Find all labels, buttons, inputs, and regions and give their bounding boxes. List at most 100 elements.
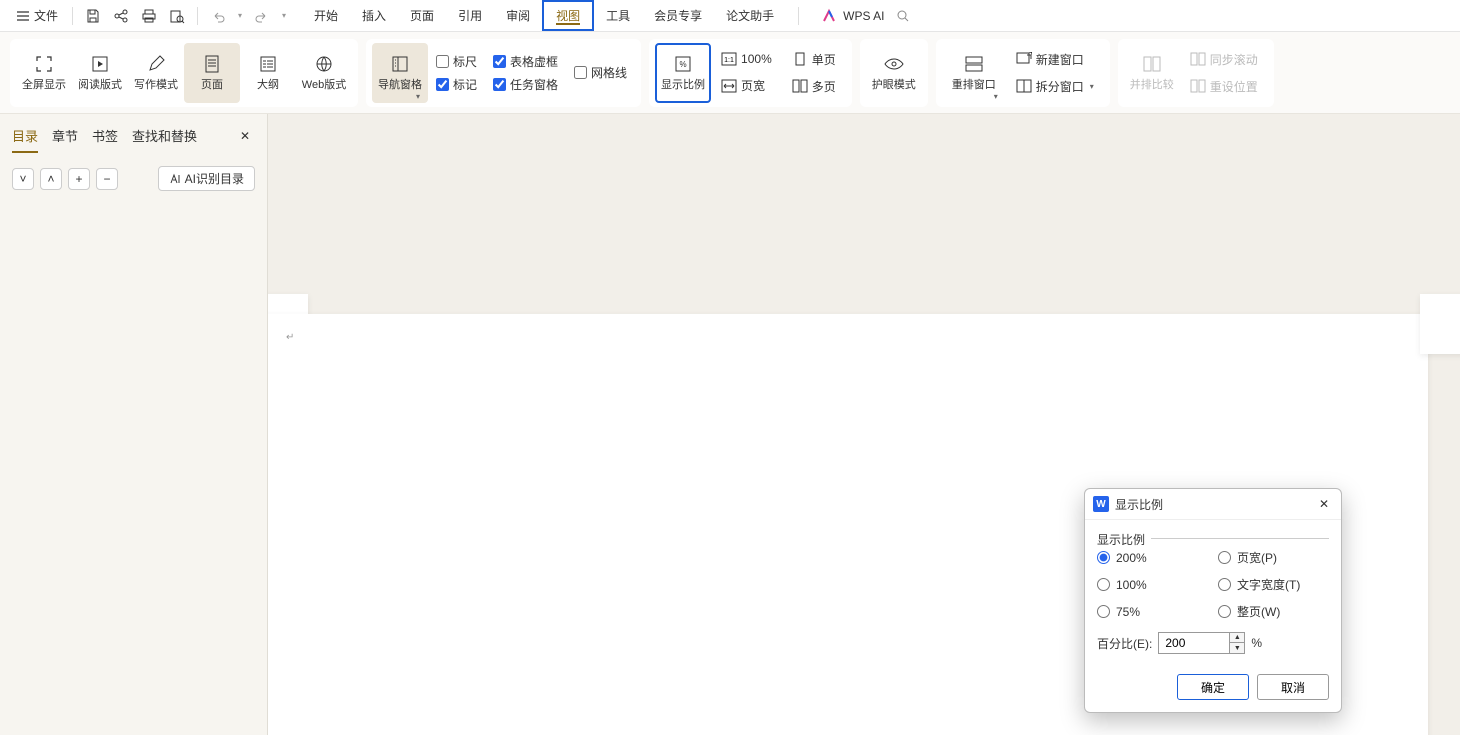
zoom-dialog: W 显示比例 ✕ 显示比例 200% 页宽(P) 100% 文字宽度(T) 75…: [1084, 488, 1342, 713]
reading-layout-button[interactable]: 阅读版式: [72, 43, 128, 103]
fullscreen-button[interactable]: 全屏显示: [16, 43, 72, 103]
radio-75[interactable]: 75%: [1097, 603, 1208, 620]
sidebar-tab-find[interactable]: 查找和替换: [132, 122, 197, 149]
share-icon[interactable]: [109, 4, 133, 28]
tab-reference[interactable]: 引用: [446, 0, 494, 31]
wps-ai-label: WPS AI: [843, 9, 884, 23]
arrange-windows-button[interactable]: 重排窗口: [942, 43, 1006, 103]
sidebar-tab-bookmark[interactable]: 书签: [92, 122, 118, 149]
writing-mode-button[interactable]: 写作模式: [128, 43, 184, 103]
dialog-close-icon[interactable]: ✕: [1315, 495, 1333, 513]
task-pane-checkbox[interactable]: 任务窗格: [493, 76, 558, 93]
tab-review[interactable]: 审阅: [494, 0, 542, 31]
percent-spinbox[interactable]: ▲ ▼: [1158, 632, 1245, 654]
wps-ai-icon: [821, 8, 837, 24]
hamburger-icon: [16, 9, 30, 23]
single-page-button[interactable]: 单页: [788, 49, 840, 70]
sidebar-tab-chapter[interactable]: 章节: [52, 122, 78, 149]
web-layout-button[interactable]: Web版式: [296, 43, 352, 103]
zoom-100-button[interactable]: 1:1100%: [717, 49, 776, 69]
percent-input[interactable]: [1159, 633, 1229, 653]
save-icon[interactable]: [81, 4, 105, 28]
sidebar-close-icon[interactable]: ✕: [235, 126, 255, 146]
eyecare-label: 护眼模式: [872, 79, 916, 92]
radio-wholepage[interactable]: 整页(W): [1218, 603, 1329, 620]
sync-scroll-label: 同步滚动: [1210, 51, 1258, 68]
page-width-button[interactable]: 页宽: [717, 75, 776, 96]
zoom-presets: 1:1100% 页宽: [711, 49, 782, 96]
checkbox-column-3: 网格线: [566, 64, 635, 81]
expand-down-icon[interactable]: ˅: [12, 168, 34, 190]
sync-scroll-button: 同步滚动: [1186, 49, 1262, 70]
file-menu-button[interactable]: 文件: [8, 3, 66, 28]
table-border-label: 表格虚框: [510, 53, 558, 70]
svg-text:1:1: 1:1: [724, 57, 734, 64]
tab-page[interactable]: 页面: [398, 0, 446, 31]
menubar: 文件 ▾ ▾ 开始 插入 页面 引用 审阅 视图 工具 会员专享 论文助手 WP…: [0, 0, 1460, 32]
tab-tools[interactable]: 工具: [594, 0, 642, 31]
undo-dropdown-icon[interactable]: ▾: [234, 4, 246, 28]
percent-row: 百分比(E): ▲ ▼ %: [1097, 632, 1329, 654]
ruler-checkbox[interactable]: 标尺: [436, 53, 477, 70]
markup-label: 标记: [453, 76, 477, 93]
eyecare-button[interactable]: 护眼模式: [866, 43, 922, 103]
ribbon: 全屏显示 阅读版式 写作模式 页面 大纲 Web版式 导航窗格 标尺: [0, 32, 1460, 114]
print-icon[interactable]: [137, 4, 161, 28]
tab-insert[interactable]: 插入: [350, 0, 398, 31]
side-by-side-button[interactable]: 并排比较: [1124, 43, 1180, 103]
outline-icon: [257, 53, 279, 75]
zoom-ratio-button[interactable]: % 显示比例: [655, 43, 711, 103]
search-icon[interactable]: [891, 4, 915, 28]
wps-ai-button[interactable]: WPS AI: [821, 8, 884, 24]
ribbon-window-group: 重排窗口 +新建窗口 拆分窗口: [936, 39, 1110, 107]
preview-icon[interactable]: [165, 4, 189, 28]
multi-page-icon: [792, 78, 808, 94]
document-area[interactable]: ↵ W 显示比例 ✕ 显示比例 200% 页宽(P) 100% 文字宽度(T) …: [268, 114, 1460, 735]
ribbon-zoom-group: % 显示比例 1:1100% 页宽 单页 多页: [649, 39, 852, 107]
tab-member[interactable]: 会员专享: [642, 0, 714, 31]
redo-dropdown-icon[interactable]: ▾: [278, 4, 290, 28]
undo-icon[interactable]: [206, 4, 230, 28]
radio-textwidth-label: 文字宽度(T): [1237, 576, 1300, 593]
ribbon-nav-group: 导航窗格 标尺 标记 表格虚框 任务窗格 网格线: [366, 39, 641, 107]
multi-page-button[interactable]: 多页: [788, 76, 840, 97]
radio-200[interactable]: 200%: [1097, 549, 1208, 566]
separator: [197, 7, 198, 25]
page-layout-button[interactable]: 页面: [184, 43, 240, 103]
ai-toc-button[interactable]: AI识别目录: [158, 166, 255, 191]
radio-pagewidth[interactable]: 页宽(P): [1218, 549, 1329, 566]
add-icon[interactable]: +: [68, 168, 90, 190]
tab-start[interactable]: 开始: [302, 0, 350, 31]
collapse-up-icon[interactable]: ˄: [40, 168, 62, 190]
dialog-group: 显示比例 200% 页宽(P) 100% 文字宽度(T) 75% 整页(W): [1097, 538, 1329, 620]
dialog-title-text: 显示比例: [1115, 496, 1163, 513]
radio-textwidth[interactable]: 文字宽度(T): [1218, 576, 1329, 593]
spin-up-icon[interactable]: ▲: [1230, 633, 1244, 643]
tab-thesis[interactable]: 论文助手: [714, 0, 786, 31]
split-window-button[interactable]: 拆分窗口: [1012, 76, 1098, 97]
cancel-button[interactable]: 取消: [1257, 674, 1329, 700]
gridlines-checkbox[interactable]: 网格线: [574, 64, 627, 81]
arrange-label: 重排窗口: [952, 79, 996, 92]
table-border-checkbox[interactable]: 表格虚框: [493, 53, 558, 70]
spin-down-icon[interactable]: ▼: [1230, 643, 1244, 653]
dialog-titlebar[interactable]: W 显示比例 ✕: [1085, 489, 1341, 520]
single-page-icon: [792, 51, 808, 67]
new-window-button[interactable]: +新建窗口: [1012, 49, 1098, 70]
sidebar-tools: ˅ ˄ + − AI识别目录: [0, 158, 267, 199]
reading-icon: [89, 53, 111, 75]
markup-checkbox[interactable]: 标记: [436, 76, 477, 93]
file-label: 文件: [34, 7, 58, 24]
dialog-buttons: 确定 取消: [1085, 664, 1341, 712]
nav-panel-button[interactable]: 导航窗格: [372, 43, 428, 103]
arrange-icon: [963, 53, 985, 75]
tab-view[interactable]: 视图: [542, 0, 594, 31]
sidebar-tab-toc[interactable]: 目录: [12, 122, 38, 149]
redo-icon[interactable]: [250, 4, 274, 28]
radio-100[interactable]: 100%: [1097, 576, 1208, 593]
remove-icon[interactable]: −: [96, 168, 118, 190]
nav-panel-label: 导航窗格: [378, 79, 422, 92]
reset-position-label: 重设位置: [1210, 78, 1258, 95]
outline-button[interactable]: 大纲: [240, 43, 296, 103]
ok-button[interactable]: 确定: [1177, 674, 1249, 700]
